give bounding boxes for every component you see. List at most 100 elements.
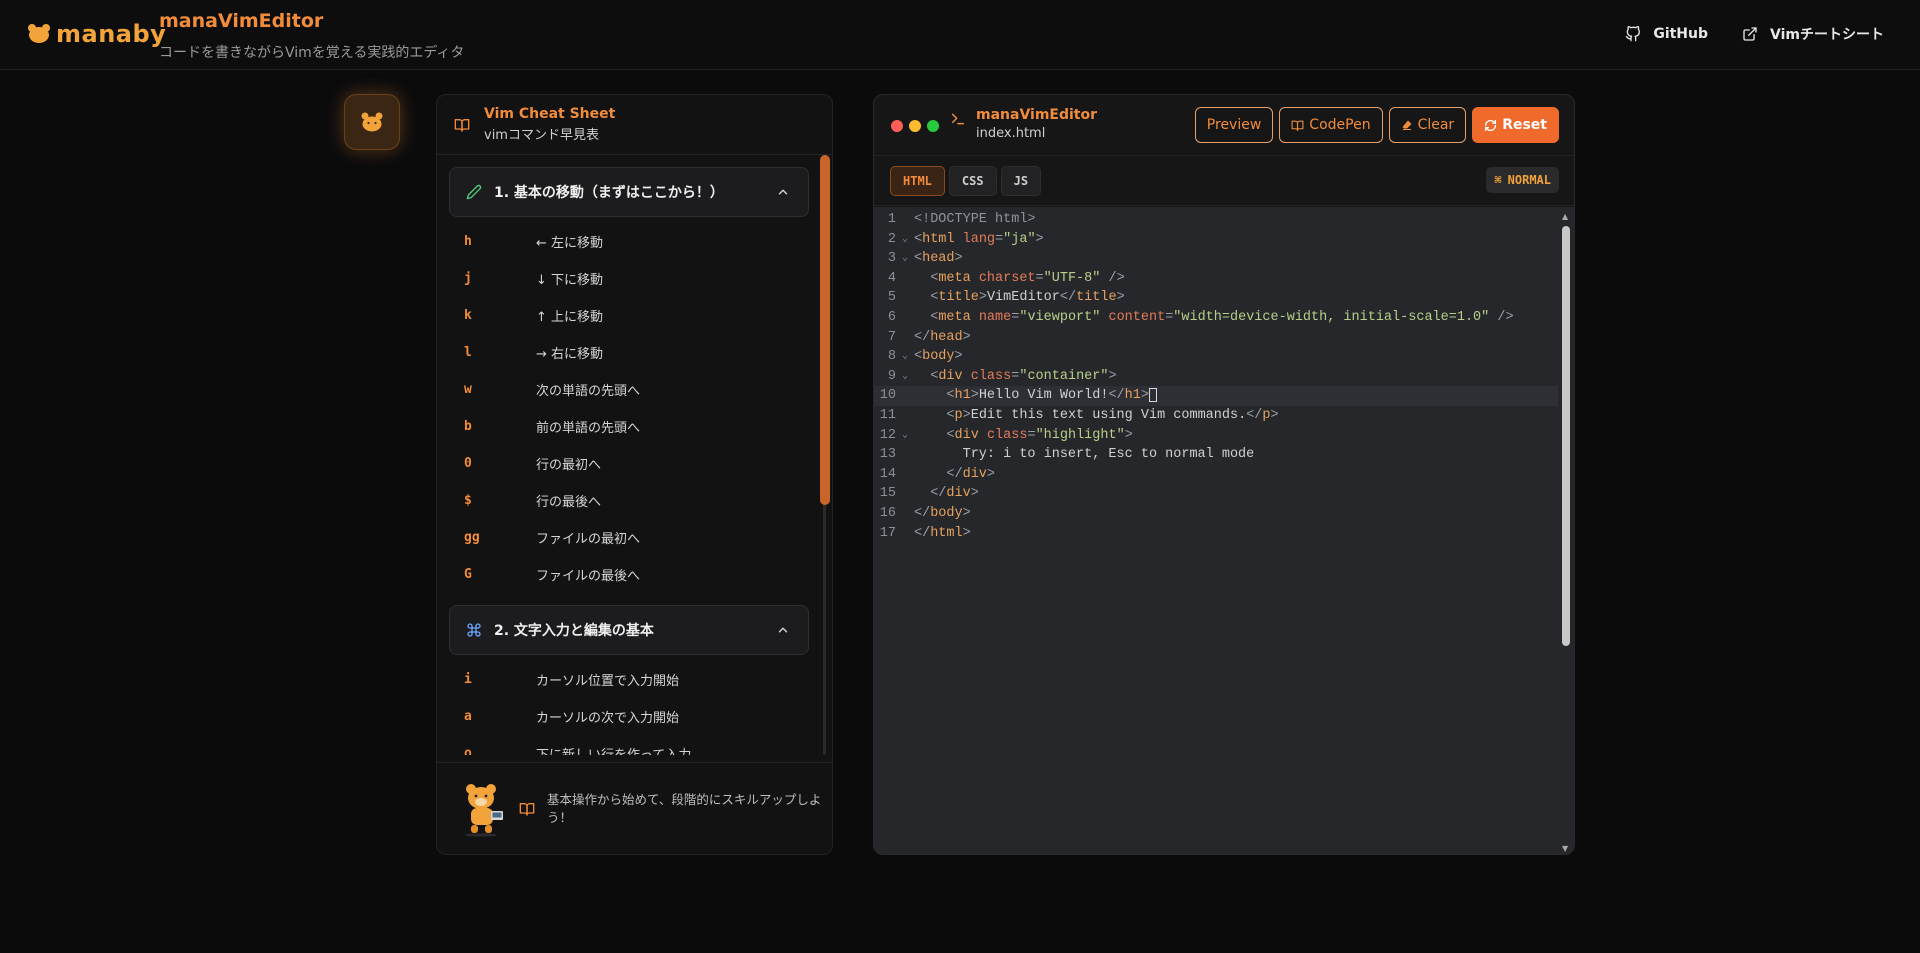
preview-button[interactable]: Preview <box>1194 107 1274 143</box>
scroll-up-icon[interactable]: ▲ <box>1562 212 1568 221</box>
code-text: <!DOCTYPE html> <box>914 212 1036 227</box>
manaby-logo[interactable]: manaby <box>28 20 166 48</box>
code-text: <div class="container"> <box>930 368 1117 384</box>
code-line[interactable]: 15 </div> <box>874 484 1558 504</box>
command-desc: カーソルの次で入力開始 <box>536 711 680 726</box>
command-desc: ↓ 下に移動 <box>536 273 604 288</box>
fold-chevron-icon[interactable]: ⌄ <box>896 249 914 269</box>
cheat-row: h ← 左に移動 <box>449 223 809 260</box>
code-line[interactable]: 2 ⌄ <html lang="ja"> <box>874 230 1558 250</box>
code-line[interactable]: 9 ⌄ <div class="container"> <box>874 367 1558 387</box>
command-desc: ファイルの最後へ <box>536 569 641 584</box>
top-header: manaby manaVimEditor コードを書きながらVimを覚える実践的… <box>0 0 1920 70</box>
code-text: </head> <box>914 329 971 345</box>
line-number: 13 <box>879 447 896 463</box>
editor-scrollbar[interactable]: ▲ ▼ <box>1561 212 1571 853</box>
code-line[interactable]: 17 </html> <box>874 524 1558 544</box>
fold-gutter <box>896 269 914 289</box>
cheat-sheet-footer: 基本操作から始めて、段階的にスキルアップしよう！ <box>437 762 832 854</box>
vim-mode-indicator: ⌘ NORMAL <box>1486 167 1559 193</box>
header-nav: GitHub Vimチートシート <box>1625 24 1884 44</box>
section-header-editing-basics[interactable]: 2. 文字入力と編集の基本 <box>449 605 809 655</box>
cheat-row: i カーソル位置で入力開始 <box>449 661 809 698</box>
fold-chevron-icon[interactable]: ⌄ <box>896 347 914 367</box>
tab-css[interactable]: CSS <box>948 166 997 196</box>
scrollbar-thumb[interactable] <box>820 155 830 505</box>
code-line[interactable]: 10 <h1>Hello Vim World!</h1> <box>874 386 1558 406</box>
fold-gutter <box>896 308 914 328</box>
command-key: b <box>464 419 472 434</box>
code-editor[interactable]: 1 <!DOCTYPE html> 2 ⌄ <html lang="ja"> 3 ⌄ <hea… <box>874 207 1574 854</box>
scrollbar-thumb[interactable] <box>1562 226 1570 646</box>
cheat-sheet-header: Vim Cheat Sheet vimコマンド早見表 <box>437 95 832 155</box>
codepen-button-label: CodePen <box>1309 117 1371 133</box>
code-line[interactable]: 6 <meta name="viewport" content="width=d… <box>874 308 1558 328</box>
code-line[interactable]: 16 </body> <box>874 504 1558 524</box>
line-number: 16 <box>879 505 896 521</box>
line-number: 7 <box>887 329 896 345</box>
code-line[interactable]: 8 ⌄ <body> <box>874 347 1558 367</box>
tab-html[interactable]: HTML <box>890 166 945 196</box>
cheat-row: l → 右に移動 <box>449 334 809 371</box>
line-number: 17 <box>879 525 896 541</box>
minimize-dot-icon[interactable] <box>909 120 921 132</box>
code-text: <h1>Hello Vim World!</h1> <box>914 386 1157 406</box>
scroll-down-icon[interactable]: ▼ <box>1562 844 1568 853</box>
command-key-icon: ⌘ <box>1494 173 1502 187</box>
code-line[interactable]: 13 Try: i to insert, Esc to normal mode <box>874 445 1558 465</box>
cheat-sheet-list[interactable]: 1. 基本の移動（まずはここから！） h ← 左に移動 j ↓ 下に移動 k ↑ 上に… <box>449 155 809 755</box>
cheatsheet-link[interactable]: Vimチートシート <box>1742 24 1884 44</box>
command-desc: 行の最初へ <box>536 458 602 473</box>
preview-button-label: Preview <box>1206 117 1262 133</box>
fold-chevron-icon[interactable]: ⌄ <box>896 367 914 387</box>
language-tabs: HTML CSS JS <box>890 166 1042 196</box>
codepen-button[interactable]: CodePen <box>1279 107 1383 143</box>
code-line[interactable]: 3 ⌄ <head> <box>874 249 1558 269</box>
reset-button[interactable]: Reset <box>1472 107 1559 143</box>
fold-gutter <box>896 406 914 426</box>
line-number: 5 <box>887 290 896 306</box>
github-link[interactable]: GitHub <box>1625 26 1708 42</box>
github-icon <box>1625 26 1641 42</box>
mascot-toggle-button[interactable] <box>344 94 400 150</box>
code-line[interactable]: 11 <p>Edit this text using Vim commands.… <box>874 406 1558 426</box>
maximize-dot-icon[interactable] <box>927 120 939 132</box>
code-line[interactable]: 7 </head> <box>874 328 1558 348</box>
command-key: h <box>464 234 472 249</box>
code-line[interactable]: 12 ⌄ <div class="highlight"> <box>874 426 1558 446</box>
cheat-sheet-subtitle: vimコマンド早見表 <box>484 128 599 143</box>
github-link-label: GitHub <box>1653 26 1709 42</box>
tab-js[interactable]: JS <box>1000 166 1042 196</box>
refresh-icon <box>1485 119 1497 131</box>
clear-button[interactable]: Clear <box>1388 107 1467 143</box>
fold-gutter <box>896 524 914 544</box>
cheat-sheet-panel: Vim Cheat Sheet vimコマンド早見表 1. 基本の移動（まずはこ… <box>436 94 833 855</box>
app-subtitle: コードを書きながらVimを覚える実践的エディタ <box>159 45 465 61</box>
section-rows-basic-movement: h ← 左に移動 j ↓ 下に移動 k ↑ 上に移動 l → 右に移動 w 次の単語の先頭… <box>449 217 809 593</box>
fold-chevron-icon[interactable]: ⌄ <box>896 230 914 250</box>
editor-panel: manaVimEditor index.html Preview CodePen… <box>873 94 1575 855</box>
footer-tip: 基本操作から始めて、段階的にスキルアップしよう！ <box>547 791 822 825</box>
line-number: 11 <box>879 407 896 423</box>
code-line[interactable]: 14 </div> <box>874 465 1558 485</box>
window-controls <box>891 120 939 132</box>
line-number: 2 <box>887 231 896 247</box>
fold-chevron-icon[interactable]: ⌄ <box>896 426 914 446</box>
section-header-basic-movement[interactable]: 1. 基本の移動（まずはここから！） <box>449 167 809 217</box>
editor-name: manaVimEditor <box>976 107 1098 123</box>
close-dot-icon[interactable] <box>891 120 903 132</box>
code-text: <meta charset="UTF-8" /> <box>930 270 1125 286</box>
command-key: $ <box>464 493 472 508</box>
code-line[interactable]: 4 <meta charset="UTF-8" /> <box>874 269 1558 289</box>
bear-logo-icon <box>28 24 50 44</box>
cheat-row: gg ファイルの最初へ <box>449 519 809 556</box>
code-line[interactable]: 5 <title>VimEditor</title> <box>874 288 1558 308</box>
command-desc: ↑ 上に移動 <box>536 310 604 325</box>
command-desc: 下に新しい行を作って入力 <box>536 744 691 755</box>
command-key: w <box>464 382 472 397</box>
line-number: 3 <box>887 251 896 267</box>
code-line[interactable]: 1 <!DOCTYPE html> <box>874 210 1558 230</box>
cheat-sheet-scrollbar[interactable] <box>820 155 830 755</box>
command-desc: → 右に移動 <box>536 347 604 362</box>
pencil-icon <box>466 184 482 200</box>
